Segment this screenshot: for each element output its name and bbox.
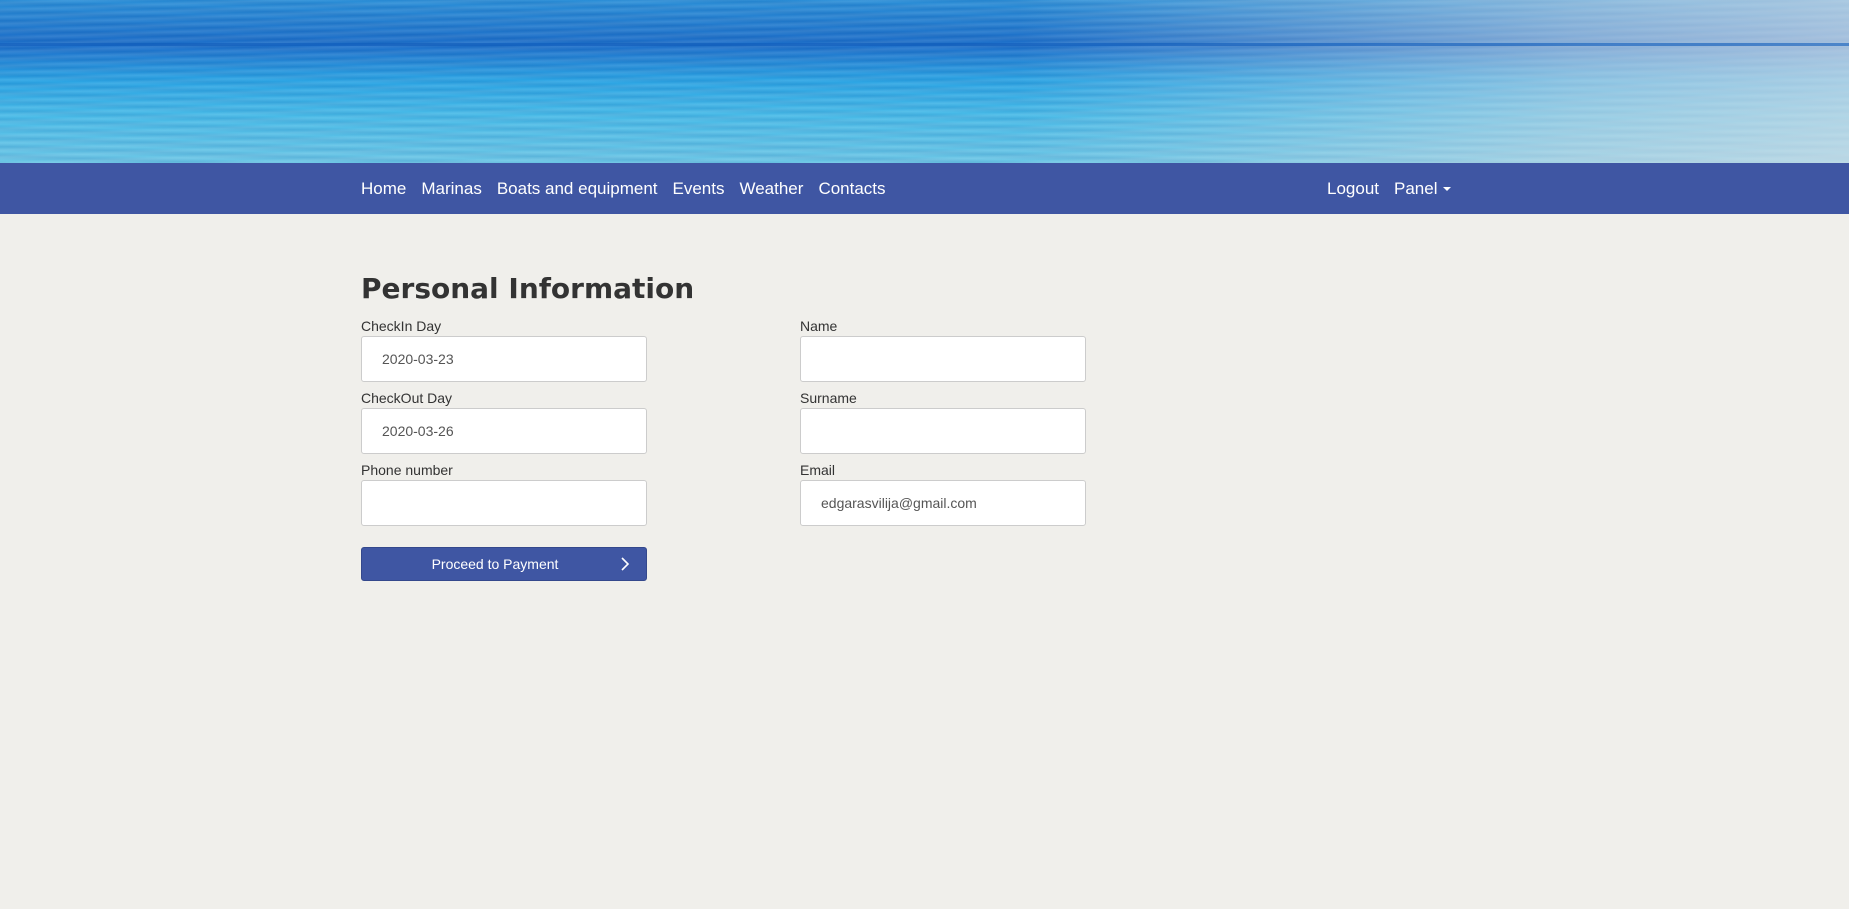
phone-input[interactable]	[361, 480, 647, 526]
checkout-label: CheckOut Day	[361, 390, 453, 406]
email-input[interactable]	[800, 480, 1086, 526]
checkin-input[interactable]	[361, 336, 647, 382]
panel-dropdown-label: Panel	[1394, 178, 1438, 198]
page-title: Personal Information	[361, 272, 695, 305]
name-input[interactable]	[800, 336, 1086, 382]
email-field-group: Email	[800, 460, 1086, 526]
nav-right-group: Logout Panel	[1327, 163, 1466, 214]
nav-marinas-link[interactable]: Marinas	[421, 179, 481, 199]
banner-horizon-line	[0, 43, 1849, 46]
proceed-to-payment-label: Proceed to Payment	[431, 556, 559, 572]
main-navbar: Home Marinas Boats and equipment Events …	[0, 163, 1849, 214]
surname-field-group: Surname	[800, 388, 1086, 454]
chevron-right-icon	[621, 557, 630, 571]
logout-link[interactable]: Logout	[1327, 179, 1379, 199]
surname-input[interactable]	[800, 408, 1086, 454]
surname-label: Surname	[800, 390, 857, 406]
email-label: Email	[800, 462, 836, 478]
nav-boats-equipment-link[interactable]: Boats and equipment	[497, 179, 658, 199]
phone-label: Phone number	[361, 462, 453, 478]
nav-weather-link[interactable]: Weather	[739, 179, 803, 199]
checkout-input[interactable]	[361, 408, 647, 454]
nav-contacts-link[interactable]: Contacts	[818, 179, 885, 199]
proceed-to-payment-button[interactable]: Proceed to Payment	[361, 547, 647, 581]
phone-field-group: Phone number	[361, 460, 647, 526]
header-banner-image	[0, 0, 1849, 163]
nav-left-group: Home Marinas Boats and equipment Events …	[361, 163, 901, 214]
nav-events-link[interactable]: Events	[673, 179, 725, 199]
caret-down-icon	[1443, 187, 1452, 192]
name-label: Name	[800, 318, 838, 334]
checkin-field-group: CheckIn Day	[361, 316, 647, 382]
checkout-field-group: CheckOut Day	[361, 388, 647, 454]
nav-home-link[interactable]: Home	[361, 179, 406, 199]
checkin-label: CheckIn Day	[361, 318, 442, 334]
panel-dropdown[interactable]: Panel	[1394, 178, 1452, 199]
name-field-group: Name	[800, 316, 1086, 382]
